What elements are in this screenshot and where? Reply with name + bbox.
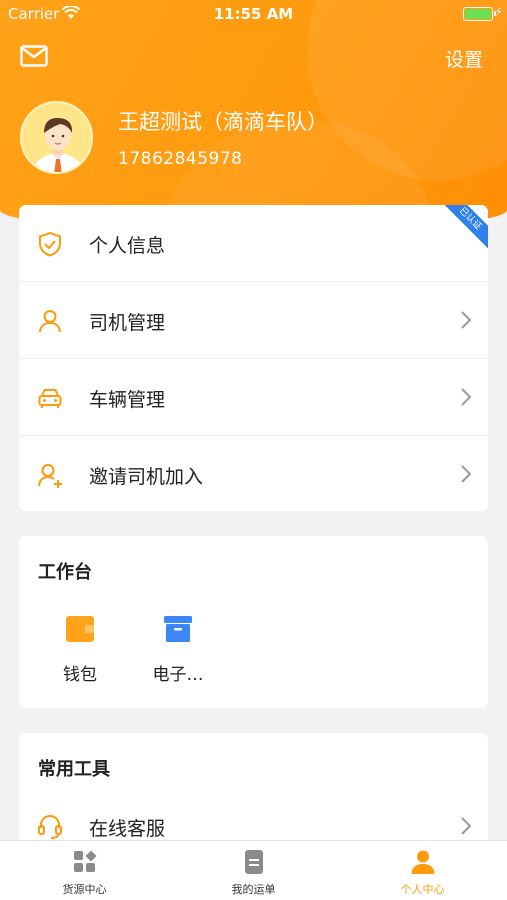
menu-item-invite-driver[interactable]: 邀请司机加入 (19, 436, 488, 511)
document-icon (244, 850, 263, 874)
chevron-right-icon (461, 311, 472, 329)
menu-item-label: 个人信息 (89, 235, 166, 257)
settings-button[interactable]: 设置 (445, 45, 483, 72)
charging-icon: ⚡ (494, 5, 503, 19)
tab-label: 个人中心 (400, 883, 445, 896)
chevron-right-icon (461, 388, 472, 406)
chevron-right-icon (461, 817, 472, 835)
wallet-icon (66, 616, 94, 642)
menu-item-vehicle-management[interactable]: 车辆管理 (19, 359, 488, 436)
tab-my-waybills[interactable]: 我的运单 (169, 849, 338, 897)
tab-label: 货源中心 (62, 883, 107, 896)
menu-item-label: 司机管理 (89, 312, 166, 334)
shield-check-icon (39, 231, 61, 257)
battery-icon (463, 7, 496, 21)
user-name: 王超测试（滴滴车队） (118, 110, 328, 134)
profile-menu-card: 已认证 个人信息 司机管理 车辆管理 邀请司机加入 (19, 205, 488, 511)
electronic-archive-label: 电子… (152, 665, 204, 685)
profile-header: Carrier 11:55 AM ⚡ 设置 王超测试（滴滴车队） 1786284… (0, 0, 507, 232)
section-title: 工作台 (38, 562, 92, 583)
headset-icon (38, 815, 62, 839)
menu-item-driver-management[interactable]: 司机管理 (19, 282, 488, 359)
menu-item-label: 车辆管理 (89, 389, 166, 411)
person-icon (39, 310, 61, 333)
chevron-right-icon (461, 465, 472, 483)
wallet-button[interactable]: 钱包 (38, 614, 122, 685)
tab-label: 我的运单 (231, 883, 276, 896)
tab-personal-center[interactable]: 个人中心 (338, 849, 507, 897)
menu-item-label: 邀请司机加入 (89, 466, 204, 488)
tab-bar: 货源中心 我的运单 个人中心 (0, 840, 507, 900)
electronic-archive-button[interactable]: 电子… (136, 614, 220, 685)
archive-box-icon (164, 616, 192, 642)
person-icon (411, 850, 434, 874)
user-phone: 17862845978 (118, 149, 243, 169)
menu-item-label: 在线客服 (89, 818, 166, 840)
wallet-label: 钱包 (63, 665, 97, 685)
status-time: 11:55 AM (213, 5, 294, 23)
section-title: 常用工具 (38, 759, 110, 780)
mail-icon[interactable] (20, 45, 48, 67)
grid-icon (73, 850, 96, 872)
car-icon (38, 389, 62, 408)
add-person-icon (38, 464, 62, 488)
avatar[interactable] (20, 101, 93, 174)
status-bar: Carrier 11:55 AM ⚡ (0, 0, 507, 28)
menu-item-personal-info[interactable]: 个人信息 (19, 205, 488, 282)
tab-cargo-center[interactable]: 货源中心 (0, 849, 169, 897)
workbench-card: 工作台 钱包 电子… (19, 536, 488, 708)
